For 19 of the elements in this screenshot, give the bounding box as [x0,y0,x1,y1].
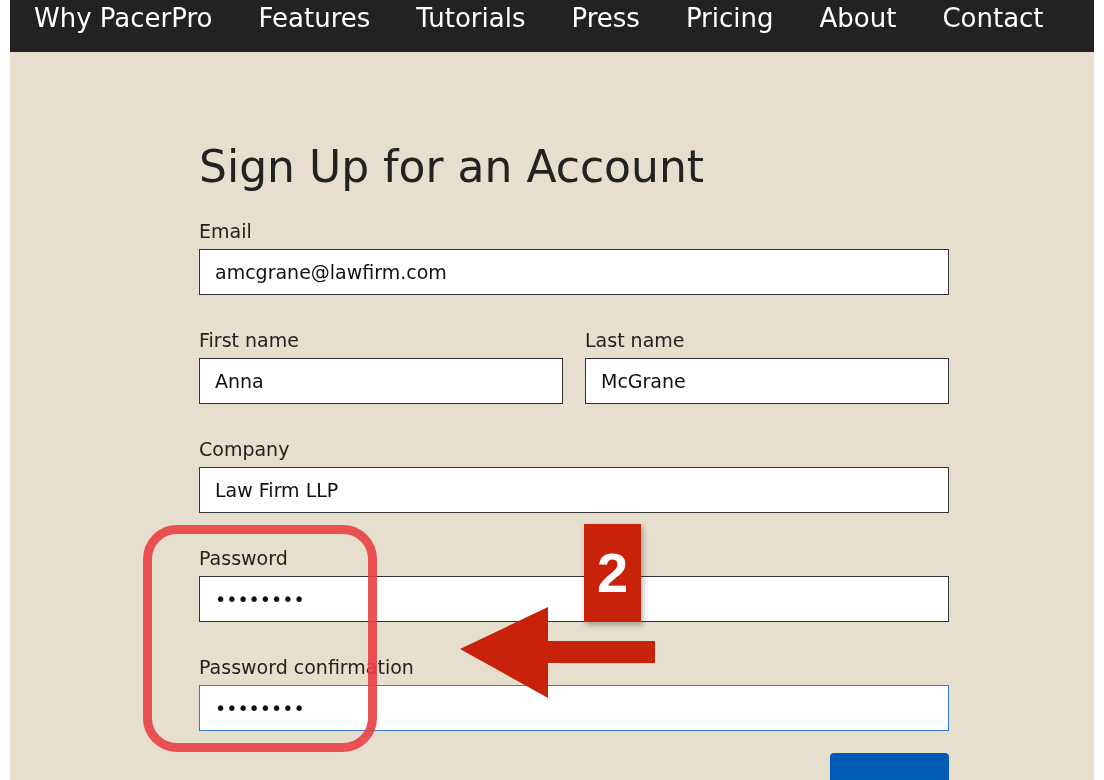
input-field[interactable]: amcgrane@lawfirm.com [199,249,949,295]
nav-link[interactable]: Features [258,0,371,36]
input-field[interactable]: Anna [199,358,563,404]
step-number: 2 [584,524,641,622]
nav-link[interactable]: Why PacerPro [34,0,213,36]
nav-link[interactable]: Pricing [685,0,774,36]
nav-link[interactable]: Tutorials [416,0,526,36]
nav-link[interactable]: About [819,0,897,36]
field-label: First name [199,328,300,352]
field-label: Last name [585,328,686,352]
nav-link[interactable]: Contact [942,0,1044,36]
nav-link[interactable]: Press [571,0,640,36]
input-field[interactable]: •••••••• [199,685,949,731]
field-label: Email [199,219,253,243]
input-field[interactable]: Law Firm LLP [199,467,949,513]
field-label: Company [199,437,291,461]
page-title: Sign Up for an Account [199,140,706,194]
field-label: Password [199,546,289,570]
input-field[interactable]: McGrane [585,358,949,404]
